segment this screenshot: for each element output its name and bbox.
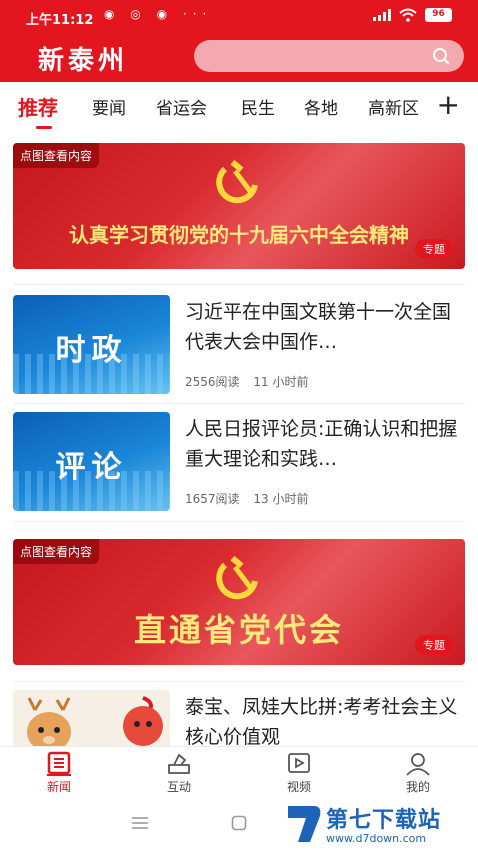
bottom-nav: 新闻 互动 视频 我的 xyxy=(0,746,478,796)
tab-recommend[interactable]: 推荐 xyxy=(18,92,58,121)
notification-icons: ◉ ◎ ◉ ··· xyxy=(104,7,213,21)
party-emblem-icon xyxy=(216,159,258,204)
app-header: 上午11:12 ◉ ◎ ◉ ··· 96 新泰州 xyxy=(0,0,478,82)
nav-profile-label: 我的 xyxy=(405,780,430,794)
news-thumbnail xyxy=(13,690,170,746)
thumbnail-text: 时政 xyxy=(55,333,128,368)
app-logo: 新泰州 xyxy=(38,46,129,76)
nav-profile[interactable]: 我的 xyxy=(388,751,448,795)
nav-news[interactable]: 新闻 xyxy=(29,751,89,795)
special-badge: 专题 xyxy=(415,635,453,655)
feature-banner[interactable]: 点图查看内容 直通省党代会 专题 xyxy=(13,539,465,665)
video-icon xyxy=(288,753,310,773)
watermark-title: 第七下载站 xyxy=(326,808,442,833)
list-item[interactable]: 时政 习近平在中国文联第十一次全国代表大会中国作… 2556阅读 11 小时前 xyxy=(13,295,465,395)
banner-title: 直通省党代会 xyxy=(133,611,344,649)
nav-news-label: 新闻 xyxy=(46,780,71,794)
news-title[interactable]: 泰宝、凤娃大比拼:考考社会主义核心价值观 xyxy=(185,692,465,746)
nav-video[interactable]: 视频 xyxy=(269,751,329,795)
tab-provincial-games[interactable]: 省运会 xyxy=(156,94,207,119)
plus-icon[interactable]: + xyxy=(437,88,460,121)
banner-tag: 点图查看内容 xyxy=(13,539,100,564)
thumbnail-text: 评论 xyxy=(55,450,128,485)
party-emblem-icon xyxy=(216,555,258,600)
user-icon xyxy=(406,753,430,776)
news-title[interactable]: 习近平在中国文联第十一次全国代表大会中国作… xyxy=(185,297,465,357)
status-time: 上午11:12 xyxy=(26,13,94,28)
news-thumbnail: 评论 xyxy=(13,412,170,511)
mascot-deer-icon xyxy=(27,697,71,746)
search-icon[interactable] xyxy=(432,47,450,65)
divider xyxy=(13,521,465,522)
news-thumbnail: 时政 xyxy=(13,295,170,394)
feature-banner[interactable]: 点图查看内容 认真学习贯彻党的十九届六中全会精神 专题 xyxy=(13,143,465,269)
home-icon[interactable] xyxy=(231,815,247,831)
search-input[interactable] xyxy=(194,40,464,72)
tab-headlines[interactable]: 要闻 xyxy=(92,94,126,119)
status-bar: 上午11:12 ◉ ◎ ◉ ··· 96 xyxy=(0,0,478,34)
wifi-icon xyxy=(399,8,417,22)
tab-livelihood[interactable]: 民生 xyxy=(241,94,275,119)
active-tab-indicator xyxy=(36,126,52,129)
category-tabs: 推荐 要闻 省运会 民生 各地 高新区 + xyxy=(0,82,478,134)
read-count: 2556阅读 xyxy=(185,375,240,389)
banner-tag: 点图查看内容 xyxy=(13,143,100,168)
divider xyxy=(13,284,465,285)
signal-icon xyxy=(373,9,391,21)
news-icon xyxy=(47,751,71,776)
divider xyxy=(13,403,465,404)
watermark-url: www.d7down.com xyxy=(326,832,427,845)
list-item[interactable]: 评论 人民日报评论员:正确认识和把握重大理论和实践… 1657阅读 13 小时前 xyxy=(13,412,465,512)
news-meta: 2556阅读 11 小时前 xyxy=(185,373,318,390)
news-title[interactable]: 人民日报评论员:正确认识和把握重大理论和实践… xyxy=(185,414,465,474)
special-badge: 专题 xyxy=(415,239,453,259)
banner-title: 认真学习贯彻党的十九届六中全会精神 xyxy=(69,223,409,247)
tab-hightech-zone[interactable]: 高新区 xyxy=(368,94,430,119)
nav-interact[interactable]: 互动 xyxy=(149,751,209,795)
divider xyxy=(13,681,465,682)
nav-interact-label: 互动 xyxy=(166,780,191,794)
tab-regions[interactable]: 各地 xyxy=(304,94,338,119)
publish-time: 13 小时前 xyxy=(253,492,309,506)
news-meta: 1657阅读 13 小时前 xyxy=(185,490,318,507)
watermark: 第七下载站 www.d7down.com xyxy=(282,800,478,850)
list-item[interactable]: 泰宝、凤娃大比拼:考考社会主义核心价值观 xyxy=(13,690,465,746)
publish-time: 11 小时前 xyxy=(253,375,309,389)
menu-icon[interactable] xyxy=(131,816,149,830)
read-count: 1657阅读 xyxy=(185,492,240,506)
battery-icon: 96 xyxy=(425,8,452,22)
interact-icon xyxy=(168,753,190,774)
watermark-logo-icon xyxy=(288,806,321,842)
nav-video-label: 视频 xyxy=(286,780,311,794)
mascot-phoenix-icon xyxy=(123,696,163,746)
